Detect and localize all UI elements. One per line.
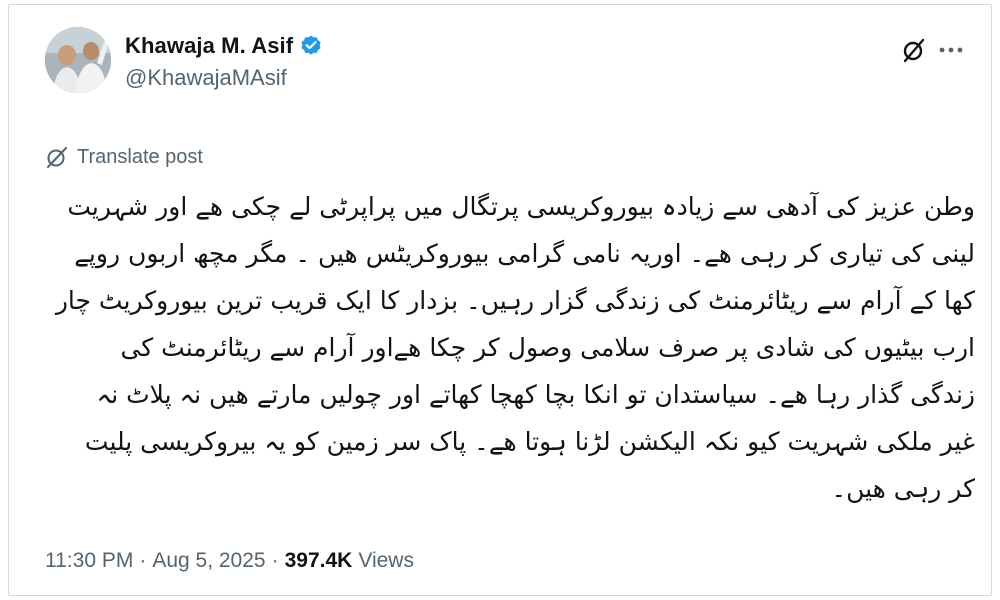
post-text-line: غیر ملکی شہریت کیو نکہ الیکشن لڑنا ہوتا … xyxy=(84,427,975,456)
views-label: Views xyxy=(358,549,414,572)
post-date[interactable]: Aug 5, 2025 xyxy=(152,549,265,573)
post-text-line: کھا کے آرام سے ریٹائرمنٹ کی زندگی گزار ر… xyxy=(55,286,975,315)
post-text-line: وطن عزیز کی آدھی سے زیادہ بیوروکریسی پرت… xyxy=(67,192,975,221)
more-options-icon[interactable] xyxy=(937,37,965,63)
author-names: Khawaja M. Asif @KhawajaMAsif xyxy=(125,31,323,91)
verified-badge-icon[interactable] xyxy=(299,34,323,58)
post-meta: 11:30 PM · Aug 5, 2025 · 397.4K Views xyxy=(45,549,414,573)
meta-separator: · xyxy=(139,549,147,572)
post-text-line: کر رہی ھیں۔ xyxy=(831,474,975,503)
grok-icon[interactable] xyxy=(901,37,927,63)
post-text-line: زندگی گذار رہا ھے۔ سیاستدان تو انکا بچا … xyxy=(96,380,975,409)
translate-globe-icon xyxy=(47,147,67,168)
tweet-header: Khawaja M. Asif @KhawajaMAsif xyxy=(39,25,979,115)
post-time[interactable]: 11:30 PM xyxy=(45,549,133,573)
author-handle[interactable]: @KhawajaMAsif xyxy=(125,65,323,91)
display-name-row: Khawaja M. Asif xyxy=(125,31,323,61)
translate-post-link[interactable]: Translate post xyxy=(45,145,203,169)
views-count: 397.4K xyxy=(284,549,353,572)
post-text-line: لینی کی تیاری کر رہی ھے۔ اوریہ نامی گرام… xyxy=(74,239,975,268)
post-text-line: ارب بیٹیوں کی شادی پر صرف سلامی وصول کر … xyxy=(120,333,975,362)
display-name[interactable]: Khawaja M. Asif xyxy=(125,33,293,59)
translate-post-label[interactable]: Translate post xyxy=(77,146,203,169)
tweet-card: Khawaja M. Asif @KhawajaMAsif Translate … xyxy=(8,4,992,596)
post-text: وطن عزیز کی آدھی سے زیادہ بیوروکریسی پرت… xyxy=(45,183,975,512)
avatar[interactable] xyxy=(45,27,111,93)
avatar-photo xyxy=(45,27,111,93)
meta-separator: · xyxy=(271,549,279,572)
